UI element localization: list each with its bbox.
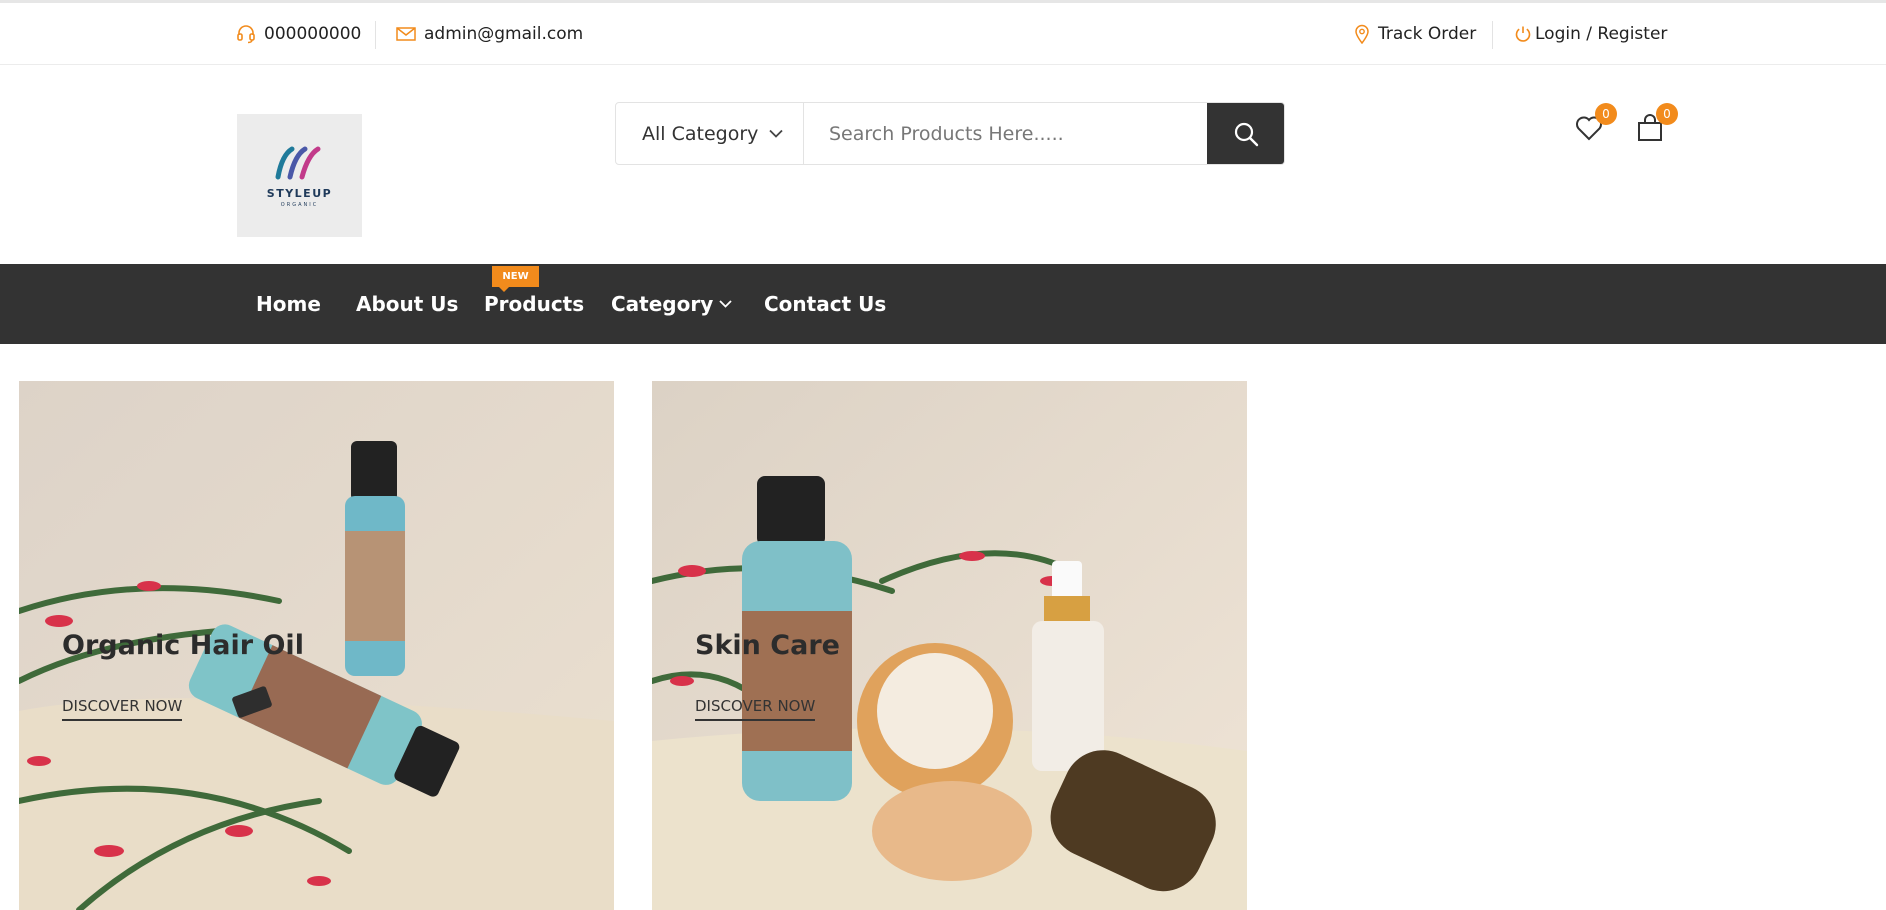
category-select-value: All Category [642,122,759,145]
email-address: admin@gmail.com [424,24,584,44]
logo-text: STYLEUP [266,187,333,200]
login-register-link[interactable]: Login / Register [1514,3,1667,65]
nav-about-us[interactable]: About Us [356,264,458,344]
site-logo[interactable]: STYLEUP ORGANIC [237,114,362,237]
logo-subtext: ORGANIC [280,202,319,208]
category-select[interactable]: All Category [616,103,804,164]
search-input[interactable] [804,103,1207,164]
banner-title: Skin Care [695,630,840,661]
nav-home[interactable]: Home [256,264,321,344]
track-order-label: Track Order [1378,24,1477,44]
login-register-label: Login / Register [1535,24,1668,44]
cart-button[interactable]: 0 [1634,103,1678,144]
search-bar: All Category [615,102,1285,165]
nav-category-label: Category [611,292,714,316]
wishlist-button[interactable]: 0 [1573,103,1617,144]
banner-title: Organic Hair Oil [62,630,304,661]
headset-icon [237,25,255,44]
discover-now-link[interactable]: DISCOVER NOW [62,697,183,721]
banner-skin-care[interactable]: Skin Care DISCOVER NOW [652,381,1247,910]
banner-hair-oil[interactable]: Organic Hair Oil DISCOVER NOW [19,381,614,910]
discover-now-link[interactable]: DISCOVER NOW [695,697,816,721]
search-button[interactable] [1207,103,1284,164]
cart-count-badge: 0 [1656,103,1678,125]
track-order-link[interactable]: Track Order [1354,3,1476,65]
map-pin-icon [1355,24,1369,44]
envelope-icon [396,27,416,41]
search-icon [1234,122,1258,146]
phone-number: 000000000 [264,24,362,44]
wishlist-count-badge: 0 [1595,103,1617,125]
logo-mark [275,146,320,180]
topbar-divider [1492,21,1493,49]
top-bar: 000000000 admin@gmail.com Track Order Lo… [0,3,1886,65]
power-icon [1515,26,1531,42]
nav-contact-us[interactable]: Contact Us [764,264,886,344]
chevron-down-icon [769,129,783,138]
phone-contact[interactable]: 000000000 [236,3,361,65]
chevron-down-icon [719,300,732,308]
topbar-divider [375,21,376,49]
nav-category[interactable]: Category [611,264,732,344]
email-contact[interactable]: admin@gmail.com [396,3,583,65]
main-nav: Home About Us Products Category Contact … [0,264,1886,344]
new-badge: NEW [492,266,539,292]
